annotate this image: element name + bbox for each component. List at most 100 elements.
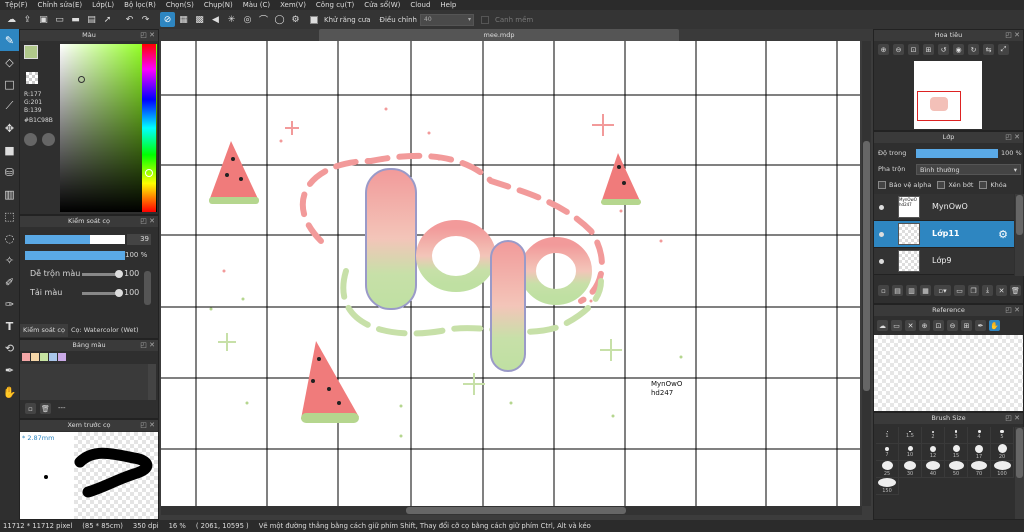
brush-size-option[interactable]: 40	[922, 461, 945, 478]
panel-close-icon[interactable]: ◰ ✕	[140, 420, 155, 431]
palette-swatch[interactable]	[22, 353, 30, 361]
brush-size-option[interactable]: 5	[991, 427, 1014, 444]
export-icon[interactable]: ⇪	[20, 12, 35, 27]
brush-size-option[interactable]: 70	[968, 461, 991, 478]
palette-scrollbar[interactable]	[148, 364, 156, 400]
eyedropper-icon[interactable]: ✒	[975, 320, 986, 331]
brush-size-option[interactable]: 25	[876, 461, 899, 478]
hue-cursor[interactable]	[145, 169, 153, 177]
canvas-hscrollbar[interactable]	[161, 506, 862, 515]
hue-slider[interactable]	[142, 44, 156, 212]
bucket-tool-icon[interactable]: ⛁	[0, 161, 19, 183]
layer-blend-select[interactable]: Bình thường ▾	[916, 164, 1021, 175]
hand-tool-icon[interactable]: ✋	[0, 381, 19, 403]
lock-option[interactable]: Khóa	[979, 181, 1007, 189]
gallery-icon[interactable]: ▣	[36, 12, 51, 27]
panel-close-icon[interactable]: ◰ ✕	[1005, 305, 1020, 316]
new-palette-icon[interactable]: ▫	[25, 403, 36, 414]
menu-item[interactable]: Cloud	[405, 1, 435, 9]
layer-list-scrollbar[interactable]	[1015, 194, 1024, 276]
tab-brush-name[interactable]: Cọ: Watercolor (Wet)	[68, 324, 142, 337]
new-layer-icon[interactable]: ▫	[878, 285, 889, 296]
menu-item[interactable]: Cửa sổ(W)	[359, 1, 405, 9]
menu-item[interactable]: Bộ lọc(R)	[119, 1, 161, 9]
new-folder-icon[interactable]: ▭	[954, 285, 965, 296]
gradient-tool-icon[interactable]: ▥	[0, 183, 19, 205]
rotate-left-icon[interactable]: ↺	[938, 44, 949, 55]
brush-size-scrollbar[interactable]	[1015, 427, 1024, 519]
menu-item[interactable]: Tệp(F)	[0, 1, 33, 9]
menu-item[interactable]: Chỉnh sửa(E)	[33, 1, 88, 9]
menu-item[interactable]: Chọn(S)	[161, 1, 199, 9]
brush-opacity-slider[interactable]	[25, 251, 125, 260]
brush-size-slider[interactable]	[25, 235, 125, 244]
snap-curve-icon[interactable]: ⌒	[256, 12, 271, 27]
close-reference-icon[interactable]: ✕	[905, 320, 916, 331]
clear-layer-icon[interactable]: ✕	[996, 285, 1007, 296]
brush-size-option[interactable]: 100	[991, 461, 1014, 478]
eyedropper-icon[interactable]: ✒	[0, 359, 19, 381]
menu-item[interactable]: Công cụ(T)	[311, 1, 359, 9]
brush-size-option[interactable]: 7	[876, 444, 899, 461]
color-picker-icon[interactable]	[42, 133, 55, 146]
brush-control-scrollbar[interactable]	[144, 271, 151, 305]
cloud-open-icon[interactable]: ☁	[877, 320, 888, 331]
select-pen-icon[interactable]: ✐	[0, 271, 19, 293]
brush-size-option[interactable]: 12	[922, 444, 945, 461]
adjust-select[interactable]: 40 ▾	[420, 13, 474, 26]
document-tab[interactable]: mee.mdp	[319, 29, 679, 41]
cloud-icon[interactable]: ☁	[4, 12, 19, 27]
eraser-tool-icon[interactable]: ◇	[0, 51, 19, 73]
zoom-out-icon[interactable]: ⊖	[947, 320, 958, 331]
new-1bit-layer-icon[interactable]: ▦	[920, 285, 931, 296]
brush-size-option[interactable]: 20	[991, 444, 1014, 461]
move-tool-icon[interactable]: ✥	[0, 117, 19, 139]
snap-vanishing-icon[interactable]: ◀	[208, 12, 223, 27]
open-file-icon[interactable]: ▭	[891, 320, 902, 331]
lasso-tool-icon[interactable]: ◌	[0, 227, 19, 249]
brush-size-option[interactable]: 3	[945, 427, 968, 444]
zoom-fit-icon[interactable]: ⊡	[908, 44, 919, 55]
eye-icon[interactable]	[879, 205, 884, 210]
panel-close-icon[interactable]: ◰ ✕	[1005, 132, 1020, 143]
brush-size-option[interactable]: 2	[922, 427, 945, 444]
snap-circle-icon[interactable]: ◎	[240, 12, 255, 27]
menu-item[interactable]: Lớp(L)	[87, 1, 119, 9]
sv-cursor[interactable]	[78, 76, 85, 83]
brush-size-option[interactable]: 150	[876, 478, 899, 495]
hand-tool-icon[interactable]: ✋	[989, 320, 1000, 331]
transparent-swatch[interactable]	[26, 72, 38, 84]
panel-close-icon[interactable]: ◰ ✕	[140, 340, 155, 351]
brush-size-option[interactable]: 1	[876, 427, 899, 444]
snap-radial-icon[interactable]: ✳	[224, 12, 239, 27]
text-tool-icon[interactable]: T	[0, 315, 19, 337]
zoom-in-icon[interactable]: ⊕	[919, 320, 930, 331]
brush-size-option[interactable]: 15	[945, 444, 968, 461]
share-icon[interactable]: ➚	[100, 12, 115, 27]
panel-close-icon[interactable]: ◰ ✕	[1005, 413, 1020, 424]
canvas-vscrollbar[interactable]	[862, 41, 871, 506]
fit-window-icon[interactable]: ⤢	[998, 44, 1009, 55]
panel-close-icon[interactable]: ◰ ✕	[140, 30, 155, 41]
menu-item[interactable]: Màu (C)	[238, 1, 275, 9]
panel-close-icon[interactable]: ◰ ✕	[1005, 30, 1020, 41]
brush-size-value[interactable]: 39	[127, 234, 151, 245]
duplicate-layer-icon[interactable]: ❐	[968, 285, 979, 296]
snap-off-icon[interactable]: ⊘	[160, 12, 175, 27]
tab-brush-control[interactable]: Kiểm soát cọ	[20, 324, 68, 337]
palette-swatch[interactable]	[31, 353, 39, 361]
magic-wand-icon[interactable]: ✧	[0, 249, 19, 271]
merge-layer-icon[interactable]: ⤓	[982, 285, 993, 296]
palette-swatch[interactable]	[40, 353, 48, 361]
new-8bit-layer-icon[interactable]: ▥	[906, 285, 917, 296]
layer-settings-gear-icon[interactable]: ⚙	[998, 228, 1008, 241]
comment-icon[interactable]: ▬	[68, 12, 83, 27]
layer-item[interactable]: Lớp9	[874, 248, 1014, 275]
eye-icon[interactable]	[879, 232, 884, 237]
zoom-actual-icon[interactable]: ⊞	[923, 44, 934, 55]
select-eraser-icon[interactable]: ✑	[0, 293, 19, 315]
panel-close-icon[interactable]: ◰ ✕	[140, 216, 155, 227]
palette-area[interactable]	[20, 364, 148, 400]
delete-palette-icon[interactable]: 🗑	[40, 403, 51, 414]
clipping-option[interactable]: Xén bớt	[937, 181, 973, 189]
